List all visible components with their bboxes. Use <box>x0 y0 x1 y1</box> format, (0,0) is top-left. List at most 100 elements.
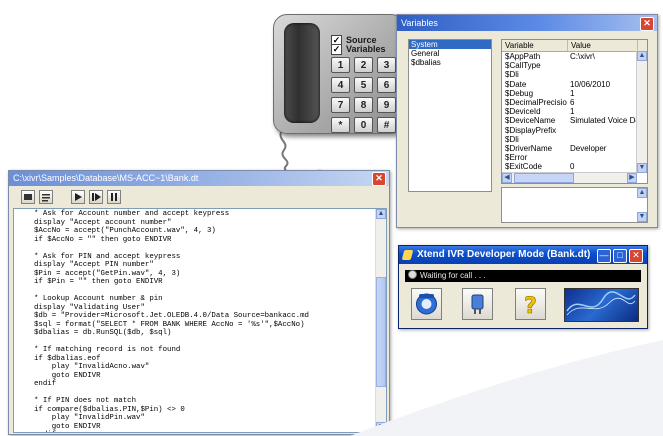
key-9[interactable]: 9 <box>377 97 396 113</box>
run-button[interactable] <box>71 190 85 204</box>
close-icon[interactable]: ✕ <box>640 17 654 31</box>
keypad: 1 2 3 4 5 6 7 8 9 * 0 # <box>331 57 396 133</box>
key-5[interactable]: 5 <box>354 77 373 93</box>
table-row[interactable]: $DriverName Developer <box>502 144 647 153</box>
horizontal-scrollbar[interactable]: ◀ ▶ <box>502 172 637 183</box>
variables-window: Variables ✕ System General $dbalias Vari… <box>396 14 658 228</box>
variable-name: $Error <box>505 153 528 163</box>
scroll-left-icon[interactable]: ◀ <box>502 173 512 183</box>
variable-detail-pane: ▲ ▼ <box>501 187 648 223</box>
table-row[interactable]: $Dli <box>502 70 647 79</box>
pause-button[interactable] <box>107 190 121 204</box>
table-row[interactable]: $ExitCode 0 <box>502 162 647 171</box>
window-title: C:\xivr\Samples\Database\MS-ACC~1\Bank.d… <box>9 171 389 186</box>
variable-name: $Dli <box>505 70 519 80</box>
close-icon[interactable]: ✕ <box>629 249 643 263</box>
variable-name: $DeviceId <box>505 107 541 117</box>
help-button[interactable]: ? <box>515 288 546 320</box>
pause-icon <box>111 193 117 201</box>
table-row[interactable]: $DisplayPrefix <box>502 126 647 135</box>
scroll-up-icon[interactable]: ▲ <box>637 188 647 198</box>
variable-value <box>567 135 636 144</box>
scroll-up-icon[interactable]: ▲ <box>637 51 647 61</box>
key-0[interactable]: 0 <box>354 117 373 133</box>
telephone-icon <box>416 293 437 315</box>
variable-name: $DecimalPrecision <box>505 97 567 107</box>
play-icon <box>75 193 82 201</box>
close-icon[interactable]: ✕ <box>372 172 386 186</box>
variable-name: $AppPath <box>505 52 541 61</box>
key-7[interactable]: 7 <box>331 97 350 113</box>
step-over-icon <box>92 193 101 201</box>
variable-value: 1 <box>570 88 575 98</box>
scroll-up-icon[interactable]: ▲ <box>376 209 386 219</box>
variable-value <box>567 61 636 70</box>
variable-scope-tree: System General $dbalias <box>408 39 492 192</box>
code-editor[interactable]: * Ask for Account number and accept keyp… <box>13 208 387 433</box>
table-row[interactable]: $DeviceName Simulated Voice Devic <box>502 116 647 125</box>
vertical-scrollbar[interactable]: ▲ ▼ <box>636 51 647 173</box>
tree-item-general[interactable]: General <box>409 49 491 58</box>
key-6[interactable]: 6 <box>377 77 396 93</box>
status-indicator-icon <box>408 270 417 279</box>
key-2[interactable]: 2 <box>354 57 373 73</box>
table-row[interactable]: $AppPath C:\xivr\ <box>502 52 647 61</box>
variable-value: Developer <box>570 143 607 153</box>
scroll-right-icon[interactable]: ▶ <box>627 173 637 183</box>
ivr-developer-window: Xtend IVR Developer Mode (Bank.dt) — □ ✕… <box>398 245 648 329</box>
table-row[interactable]: $CallType <box>502 61 647 70</box>
tree-item-system[interactable]: System <box>409 40 491 49</box>
variable-value: 1 <box>570 107 575 117</box>
variable-name: $Date <box>505 79 527 89</box>
table-row[interactable]: $Debug 1 <box>502 89 647 98</box>
table-row[interactable]: $DeviceId 1 <box>502 107 647 116</box>
variable-name: $DeviceName <box>505 116 556 126</box>
scroll-thumb[interactable] <box>514 173 574 183</box>
background-floor <box>350 340 663 436</box>
key-3[interactable]: 3 <box>377 57 396 73</box>
window-title: Variables <box>397 15 657 31</box>
handset-icon[interactable] <box>284 23 320 123</box>
list-button[interactable] <box>39 190 53 204</box>
scroll-down-icon[interactable]: ▼ <box>637 212 647 222</box>
table-body: $AppPath C:\xivr\ $CallType $Dli $Date 10/06/… <box>502 52 647 171</box>
key-4[interactable]: 4 <box>331 77 350 93</box>
column-header-variable[interactable]: Variable <box>502 40 568 51</box>
variable-name: $CallType <box>505 61 541 71</box>
step-button[interactable] <box>21 190 35 204</box>
tree-item-dbalias[interactable]: $dbalias <box>409 58 491 67</box>
table-header: Variable Value <box>502 40 647 52</box>
check-icon: ✓ <box>331 43 342 55</box>
minimize-icon[interactable]: — <box>597 249 611 263</box>
plug-icon <box>471 294 484 314</box>
variable-value: C:\xivr\ <box>570 52 595 61</box>
variable-name: $Debug <box>505 88 534 98</box>
key-star[interactable]: * <box>331 117 350 133</box>
scroll-down-icon[interactable]: ▼ <box>637 163 647 173</box>
table-row[interactable]: $Dli <box>502 135 647 144</box>
table-row[interactable]: $Date 10/06/2010 <box>502 80 647 89</box>
list-icon <box>42 194 50 202</box>
status-text: Waiting for call . . . <box>420 271 486 280</box>
key-8[interactable]: 8 <box>354 97 373 113</box>
debug-toolbar <box>9 187 389 207</box>
step-over-button[interactable] <box>89 190 103 204</box>
variables-checkbox[interactable]: ✓ Variables <box>331 43 386 55</box>
table-row[interactable]: $Error <box>502 153 647 162</box>
signal-wave-icon <box>566 291 636 316</box>
column-header-value[interactable]: Value <box>568 40 638 51</box>
key-hash[interactable]: # <box>377 117 396 133</box>
variable-name: $DriverName <box>505 143 553 153</box>
app-logo-icon <box>401 250 414 260</box>
brand-banner <box>564 288 639 322</box>
maximize-icon[interactable]: □ <box>613 249 627 263</box>
variable-name: $DisplayPrefix <box>505 125 557 135</box>
phone-button[interactable] <box>411 288 442 320</box>
table-row[interactable]: $DecimalPrecision 6 <box>502 98 647 107</box>
connect-button[interactable] <box>462 288 493 320</box>
variable-value: 0 <box>570 162 575 172</box>
key-1[interactable]: 1 <box>331 57 350 73</box>
variable-value: Simulated Voice Devic <box>570 116 636 126</box>
variable-name: $ExitCode <box>505 162 542 172</box>
variable-value <box>567 153 636 162</box>
